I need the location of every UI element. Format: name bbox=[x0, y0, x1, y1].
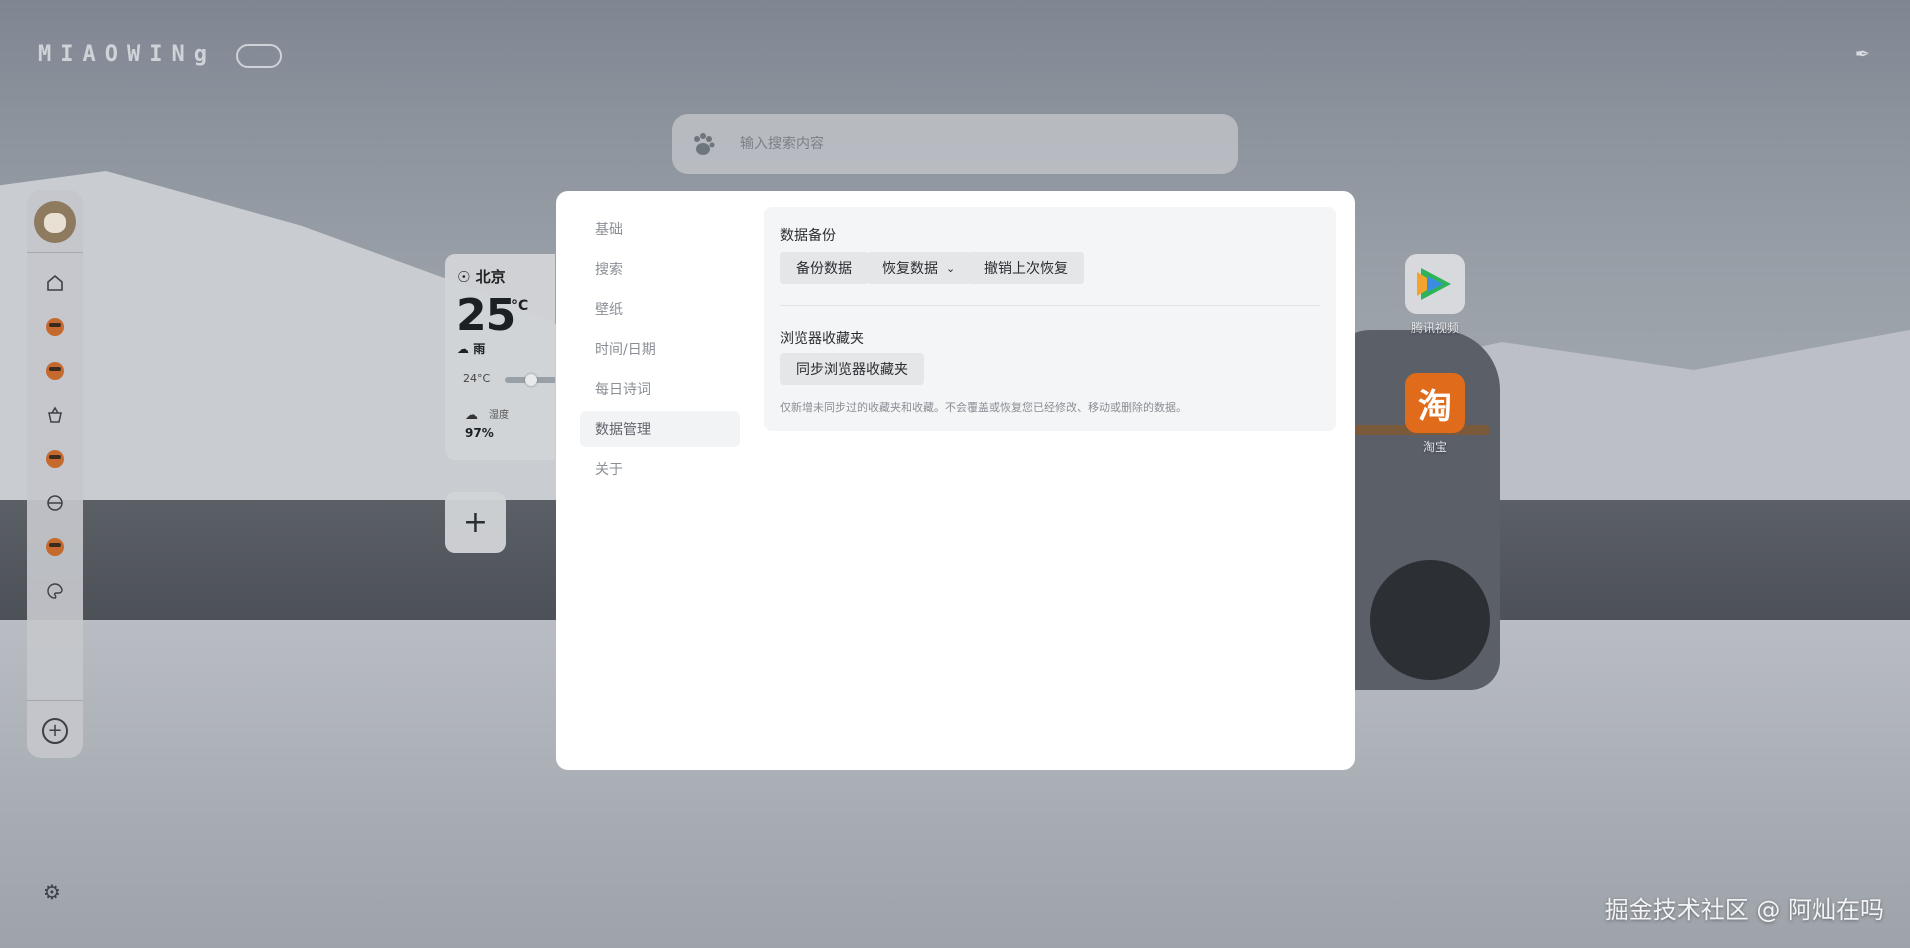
face-icon[interactable] bbox=[43, 447, 67, 471]
weather-low: 24°C bbox=[463, 372, 491, 385]
backup-button[interactable]: 备份数据 bbox=[780, 252, 868, 284]
sidebar-divider bbox=[27, 252, 83, 253]
weather-condition: ☁ 雨 bbox=[457, 342, 486, 356]
menu-item-wallpaper[interactable]: 壁纸 bbox=[580, 291, 740, 327]
chevron-down-icon: ⌄ bbox=[946, 261, 956, 275]
weather-temperature: 25 bbox=[456, 290, 516, 341]
taobao-icon: 淘 bbox=[1405, 373, 1465, 433]
humidity-value: 97% bbox=[465, 426, 494, 440]
section-divider bbox=[780, 305, 1320, 306]
menu-item-poetry[interactable]: 每日诗词 bbox=[580, 371, 740, 407]
sync-bookmarks-button[interactable]: 同步浏览器收藏夹 bbox=[780, 353, 924, 385]
backup-section-title: 数据备份 bbox=[780, 228, 836, 244]
menu-item-search[interactable]: 搜索 bbox=[580, 251, 740, 287]
settings-menu: 基础 搜索 壁纸 时间/日期 每日诗词 数据管理 关于 bbox=[580, 211, 740, 491]
face-icon[interactable] bbox=[43, 535, 67, 559]
sync-note: 仅新增未同步过的收藏夹和收藏。不会覆盖或恢复您已经修改、移动或删除的数据。 bbox=[780, 401, 1187, 414]
baidu-paw-icon[interactable] bbox=[686, 127, 720, 161]
temperature-range-bar bbox=[505, 374, 555, 386]
restore-button-label: 恢复数据 bbox=[882, 261, 938, 277]
sidebar-divider bbox=[27, 700, 83, 701]
cloud-logo-icon bbox=[236, 44, 282, 68]
tencent-video-icon bbox=[1405, 254, 1465, 314]
add-widget-button[interactable]: + bbox=[445, 492, 506, 553]
bookmarks-section-title: 浏览器收藏夹 bbox=[780, 331, 864, 347]
humidity-label: 湿度 bbox=[489, 410, 509, 421]
app-logo[interactable]: MIAOWINg bbox=[38, 42, 216, 67]
face-icon[interactable] bbox=[43, 315, 67, 339]
search-bar[interactable] bbox=[672, 114, 1238, 174]
menu-item-data-management[interactable]: 数据管理 bbox=[580, 411, 740, 447]
search-input[interactable] bbox=[740, 136, 1200, 152]
globe-icon[interactable] bbox=[43, 491, 67, 515]
weather-unit: °C bbox=[511, 298, 529, 314]
home-icon[interactable] bbox=[43, 271, 67, 295]
weather-widget[interactable]: ☉ 北京 25 °C ☁ 雨 24°C ☁ 湿度 97% bbox=[445, 254, 555, 460]
settings-modal: 基础 搜索 壁纸 时间/日期 每日诗词 数据管理 关于 数据备份 备份数据 恢复… bbox=[556, 191, 1355, 770]
feather-icon[interactable]: ✒ bbox=[1855, 44, 1870, 65]
menu-item-about[interactable]: 关于 bbox=[580, 451, 740, 487]
palette-icon[interactable] bbox=[43, 579, 67, 603]
app-label: 淘宝 bbox=[1422, 440, 1447, 454]
face-icon[interactable] bbox=[43, 359, 67, 383]
sidebar: + bbox=[27, 190, 83, 758]
basket-icon[interactable] bbox=[43, 403, 67, 427]
app-label: 腾讯视频 bbox=[1410, 321, 1459, 335]
gear-icon[interactable]: ⚙ bbox=[43, 880, 61, 904]
cloud-icon: ☁ bbox=[465, 408, 478, 423]
restore-button[interactable]: 恢复数据 ⌄ bbox=[866, 252, 972, 284]
watermark: 掘金技术社区 @ 阿灿在吗 bbox=[1604, 896, 1884, 924]
app-taobao[interactable]: 淘 淘宝 bbox=[1405, 373, 1465, 455]
plus-circle-icon[interactable]: + bbox=[42, 718, 68, 744]
undo-restore-button[interactable]: 撤销上次恢复 bbox=[968, 252, 1084, 284]
avatar[interactable] bbox=[34, 201, 76, 243]
menu-item-basic[interactable]: 基础 bbox=[580, 211, 740, 247]
menu-item-datetime[interactable]: 时间/日期 bbox=[580, 331, 740, 367]
app-tencent-video[interactable]: 腾讯视频 bbox=[1405, 254, 1465, 336]
data-management-panel: 数据备份 备份数据 恢复数据 ⌄ 撤销上次恢复 浏览器收藏夹 同步浏览器收藏夹 … bbox=[764, 207, 1336, 431]
weather-city: ☉ 北京 bbox=[457, 268, 506, 286]
